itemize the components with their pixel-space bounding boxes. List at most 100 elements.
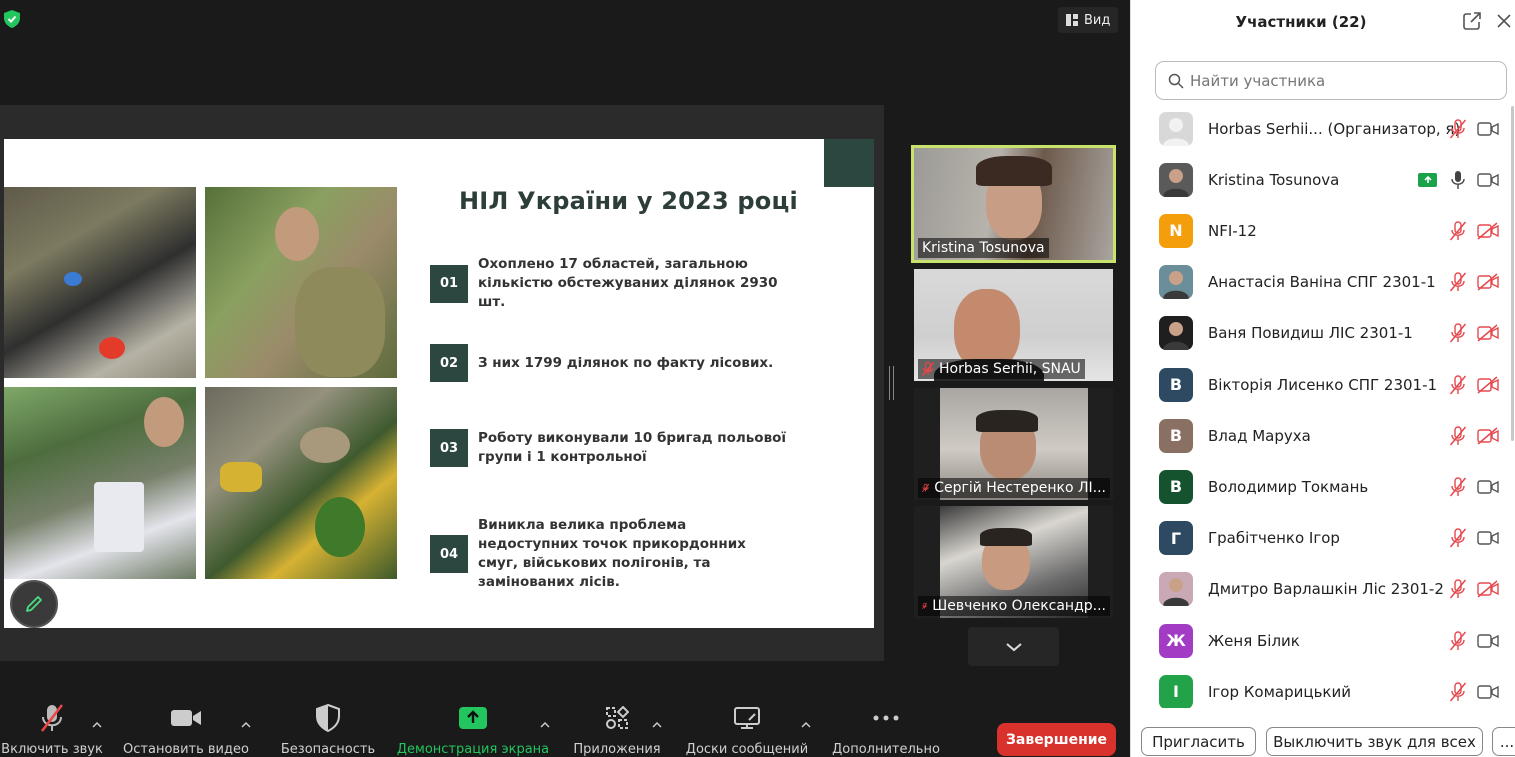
pencil-icon bbox=[26, 596, 42, 612]
muted-mic-icon bbox=[922, 483, 930, 493]
close-icon[interactable] bbox=[1495, 12, 1513, 30]
chevron-up-icon[interactable] bbox=[92, 720, 102, 730]
end-meeting-button[interactable]: Завершение bbox=[997, 723, 1116, 756]
muted-mic-icon bbox=[1449, 118, 1467, 139]
slide-photo-4 bbox=[205, 387, 397, 579]
encryption-shield-icon[interactable] bbox=[4, 10, 20, 28]
video-off-icon bbox=[1477, 427, 1499, 445]
video-camera-icon bbox=[170, 700, 202, 736]
more-button[interactable]: Дополнительно bbox=[826, 700, 946, 757]
participant-row[interactable]: Анастасія Ваніна СПГ 2301-1 bbox=[1131, 257, 1515, 308]
participant-row[interactable]: Ваня Повидиш ЛІС 2301-1 bbox=[1131, 308, 1515, 359]
participant-row[interactable]: N NFI-12 bbox=[1131, 205, 1515, 256]
meeting-area: Вид НІЛ України у 2023 році 01 Охоплено … bbox=[0, 0, 1130, 757]
video-tile-1[interactable]: Kristina Tosunova bbox=[911, 145, 1116, 263]
video-camera-icon bbox=[1477, 529, 1499, 547]
video-off-icon bbox=[1477, 222, 1499, 240]
video-camera-icon bbox=[1477, 171, 1499, 189]
slide-item-number: 04 bbox=[430, 535, 468, 573]
tile-name: Шевченко Олександр... bbox=[918, 596, 1110, 616]
avatar: Г bbox=[1159, 521, 1193, 556]
pop-out-icon[interactable] bbox=[1463, 12, 1481, 30]
slide-item-number: 03 bbox=[430, 429, 468, 467]
chevron-up-icon[interactable] bbox=[801, 720, 811, 730]
participant-row[interactable]: В Володимир Токмань bbox=[1131, 461, 1515, 512]
slide-item-text: Охоплено 17 областей, загальною кількіст… bbox=[478, 256, 778, 310]
participants-panel: Участники (22) Horbas Serhii... (Организ… bbox=[1130, 0, 1515, 757]
screen-share-icon bbox=[1418, 172, 1437, 187]
unmute-button[interactable]: Включить звук bbox=[0, 700, 104, 757]
mute-all-button[interactable]: Выключить звук для всех bbox=[1266, 727, 1483, 756]
security-button[interactable]: Безопасность bbox=[276, 700, 380, 757]
participant-name: Анастасія Ваніна СПГ 2301-1 bbox=[1208, 273, 1436, 292]
chevron-up-icon[interactable] bbox=[540, 720, 550, 730]
participant-list-scrollbar[interactable] bbox=[1511, 106, 1514, 441]
panel-more-button[interactable]: ... bbox=[1492, 727, 1515, 756]
avatar: В bbox=[1159, 469, 1193, 504]
muted-mic-icon bbox=[39, 700, 65, 736]
slide-photo-3 bbox=[4, 387, 196, 579]
share-screen-button[interactable]: Демонстрация экрана bbox=[394, 700, 552, 757]
participant-search[interactable] bbox=[1155, 61, 1507, 100]
more-label: Дополнительно bbox=[832, 742, 940, 757]
avatar: N bbox=[1159, 213, 1193, 248]
tile-name-text: Horbas Serhii, SNAU bbox=[939, 361, 1081, 377]
slide-item-text: Виникла велика проблема недоступних точо… bbox=[478, 517, 746, 590]
participant-row[interactable]: Г Грабітченко Ігор bbox=[1131, 513, 1515, 564]
more-dots-icon bbox=[872, 700, 900, 736]
slide-photo-1 bbox=[4, 187, 196, 378]
participant-row[interactable]: В Влад Маруха bbox=[1131, 410, 1515, 461]
apps-label: Приложения bbox=[573, 742, 661, 757]
panel-resize-handle[interactable] bbox=[889, 366, 894, 400]
annotate-button[interactable] bbox=[10, 580, 58, 628]
participant-name: Грабітченко Ігор bbox=[1208, 529, 1340, 548]
video-tile-3[interactable]: Сергій Нестеренко ЛІ... bbox=[914, 388, 1113, 500]
participant-name: Horbas Serhii... (Организатор, я) bbox=[1208, 119, 1461, 138]
muted-mic-icon bbox=[1449, 374, 1467, 395]
participant-row[interactable]: Kristina Tosunova bbox=[1131, 154, 1515, 205]
stop-video-label: Остановить видео bbox=[123, 742, 249, 757]
invite-button[interactable]: Пригласить bbox=[1141, 727, 1256, 756]
slide-title: НІЛ України у 2023 році bbox=[459, 187, 798, 215]
slide-corner-block bbox=[824, 139, 874, 187]
participant-name: Kristina Tosunova bbox=[1208, 170, 1340, 189]
video-camera-icon bbox=[1477, 478, 1499, 496]
tiles-scroll-down-button[interactable] bbox=[968, 627, 1059, 666]
participant-row[interactable]: Horbas Serhii... (Организатор, я) bbox=[1131, 103, 1515, 154]
grid-view-icon bbox=[1066, 14, 1078, 26]
muted-mic-icon bbox=[922, 362, 934, 376]
search-input[interactable] bbox=[1190, 71, 1490, 90]
slide-item-number: 02 bbox=[430, 344, 468, 382]
chevron-up-icon[interactable] bbox=[241, 720, 251, 730]
meeting-toolbar: Включить звук Остановить видео Безопасно… bbox=[0, 700, 1130, 757]
tile-name: Horbas Serhii, SNAU bbox=[918, 359, 1085, 379]
view-button[interactable]: Вид bbox=[1058, 7, 1119, 33]
tile-name: Kristina Tosunova bbox=[918, 238, 1049, 258]
avatar bbox=[1159, 265, 1193, 300]
slide-item-text: З них 1799 ділянок по факту лісових. bbox=[478, 354, 774, 371]
participant-row[interactable]: Дмитро Варлашкін Ліс 2301-2 bbox=[1131, 564, 1515, 615]
shared-slide: НІЛ України у 2023 році 01 Охоплено 17 о… bbox=[4, 139, 874, 628]
video-tile-4[interactable]: Шевченко Олександр... bbox=[914, 506, 1113, 618]
muted-mic-icon bbox=[1449, 528, 1467, 548]
participant-row[interactable]: В Вікторія Лисенко СПГ 2301-1 bbox=[1131, 359, 1515, 410]
participant-name: Ваня Повидиш ЛІС 2301-1 bbox=[1208, 324, 1413, 343]
whiteboards-button[interactable]: Доски сообщений bbox=[680, 700, 814, 757]
muted-mic-icon bbox=[1449, 323, 1467, 343]
video-camera-icon bbox=[1477, 683, 1499, 701]
slide-item-1: 01 Охоплено 17 областей, загальною кільк… bbox=[430, 255, 798, 312]
chevron-up-icon[interactable] bbox=[652, 720, 662, 730]
participant-list: Horbas Serhii... (Организатор, я) Kristin… bbox=[1131, 103, 1515, 708]
panel-title: Участники (22) bbox=[1235, 13, 1367, 31]
participant-row[interactable]: Ж Женя Білик bbox=[1131, 615, 1515, 666]
video-tile-2[interactable]: Horbas Serhii, SNAU bbox=[914, 269, 1113, 381]
unmute-label: Включить звук bbox=[1, 742, 103, 757]
participant-name: NFI-12 bbox=[1208, 221, 1257, 240]
avatar bbox=[1159, 316, 1193, 351]
muted-mic-icon bbox=[1449, 630, 1467, 651]
tile-name-text: Kristina Tosunova bbox=[922, 240, 1045, 256]
share-screen-label: Демонстрация экрана bbox=[396, 742, 550, 757]
stop-video-button[interactable]: Остановить видео bbox=[118, 700, 254, 757]
participant-row[interactable]: І Ігор Комарицький bbox=[1131, 666, 1515, 708]
video-off-icon bbox=[1477, 375, 1499, 394]
